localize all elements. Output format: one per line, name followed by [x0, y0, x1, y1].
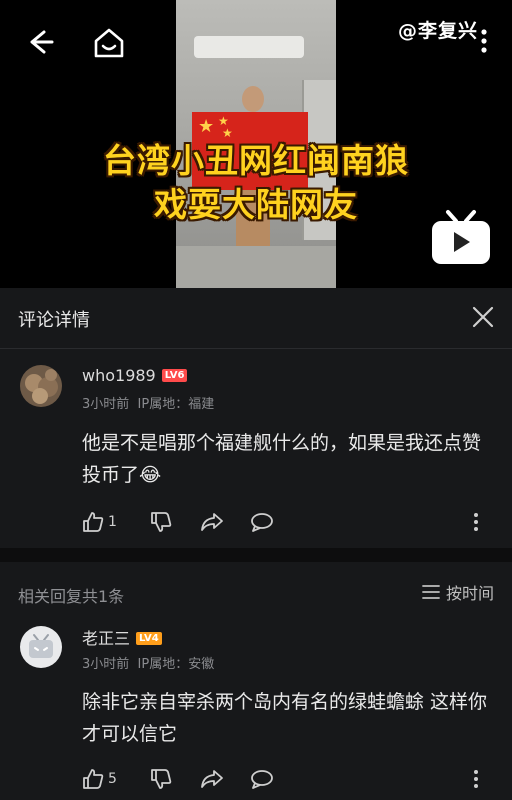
- video-watermark: @李复兴: [398, 20, 479, 42]
- floor: [176, 246, 336, 288]
- reply-avatar[interactable]: [20, 626, 62, 668]
- level-badge: LV6: [161, 369, 188, 382]
- reply-like-button[interactable]: 5: [82, 767, 117, 791]
- video-player[interactable]: ★ ★ ★ 台湾小丑网红闽南狼 戏耍大陆网友 @李复兴: [0, 0, 512, 288]
- reply-comment: 老正三 LV4 3小时前 IP属地：安徽 除非它亲自宰杀两个岛内有名的绿蛙蟾蜍 这…: [0, 618, 512, 800]
- comment-actions: 1: [82, 510, 502, 534]
- video-caption-line1: 台湾小丑网红闽南狼: [103, 141, 409, 180]
- reply-level-badge: LV4: [136, 632, 162, 645]
- comment-bubble-icon: [251, 770, 273, 789]
- comment-meta: 3小时前 IP属地：福建: [82, 393, 214, 412]
- comment-time: 3小时前: [82, 397, 130, 412]
- reply-reply-button[interactable]: [250, 767, 274, 791]
- comment-more-button[interactable]: [472, 510, 480, 534]
- thumbs-down-icon: [151, 512, 172, 532]
- main-comment: who1989 LV6 3小时前 IP属地：福建 他是不是唱那个福建舰什么的，如果…: [0, 349, 512, 548]
- reply-like-count: 5: [108, 771, 117, 787]
- more-vertical-icon: [474, 770, 478, 788]
- reply-ip-location: IP属地：安徽: [137, 657, 215, 672]
- ip-location: IP属地：福建: [137, 397, 215, 412]
- home-icon[interactable]: [90, 24, 128, 62]
- more-options-icon[interactable]: [474, 26, 494, 56]
- thumbs-up-icon: [83, 512, 104, 532]
- replies-count-label: 相关回复共1条: [18, 587, 125, 606]
- share-button[interactable]: [200, 510, 224, 534]
- reply-button[interactable]: [250, 510, 274, 534]
- thumbs-up-icon: [83, 769, 104, 789]
- reply-actions: 5: [82, 767, 502, 791]
- reply-more-button[interactable]: [472, 767, 480, 791]
- section-divider: [0, 548, 512, 562]
- comment-text: 他是不是唱那个福建舰什么的，如果是我还点赞投币了😂: [82, 432, 482, 486]
- reply-text: 除非它亲自宰杀两个岛内有名的绿蛙蟾蜍 这样你才可以信它: [82, 691, 488, 745]
- avatar[interactable]: [20, 365, 62, 407]
- username-row[interactable]: who1989 LV6: [82, 366, 188, 385]
- sort-lines-icon: [422, 585, 440, 599]
- share-icon: [201, 513, 223, 531]
- like-button[interactable]: 1: [82, 510, 117, 534]
- video-caption-line2: 戏耍大陆网友: [154, 185, 358, 224]
- share-icon: [201, 770, 223, 788]
- person-head: [242, 86, 264, 112]
- comment-bubble-icon: [251, 513, 273, 532]
- username[interactable]: who1989: [82, 366, 156, 385]
- replies-bar: 相关回复共1条 按时间: [0, 562, 512, 618]
- like-count: 1: [108, 514, 117, 530]
- reply-dislike-button[interactable]: [150, 767, 172, 791]
- more-vertical-icon: [474, 513, 478, 531]
- reply-time: 3小时前: [82, 657, 130, 672]
- close-icon[interactable]: [470, 304, 496, 330]
- panel-title: 评论详情: [18, 310, 90, 331]
- back-arrow-icon[interactable]: [22, 24, 58, 60]
- air-conditioner: [194, 36, 304, 58]
- bilibili-tv-icon[interactable]: [430, 208, 492, 266]
- dislike-button[interactable]: [150, 510, 172, 534]
- thumbs-down-icon: [151, 769, 172, 789]
- reply-share-button[interactable]: [200, 767, 224, 791]
- reply-username-row[interactable]: 老正三 LV4: [82, 625, 162, 649]
- reply-username[interactable]: 老正三: [82, 629, 130, 648]
- reply-meta: 3小时前 IP属地：安徽: [82, 653, 214, 672]
- comment-detail-header: 评论详情: [0, 288, 512, 349]
- sort-by-time-button[interactable]: 按时间: [422, 580, 494, 604]
- sort-label: 按时间: [445, 584, 494, 603]
